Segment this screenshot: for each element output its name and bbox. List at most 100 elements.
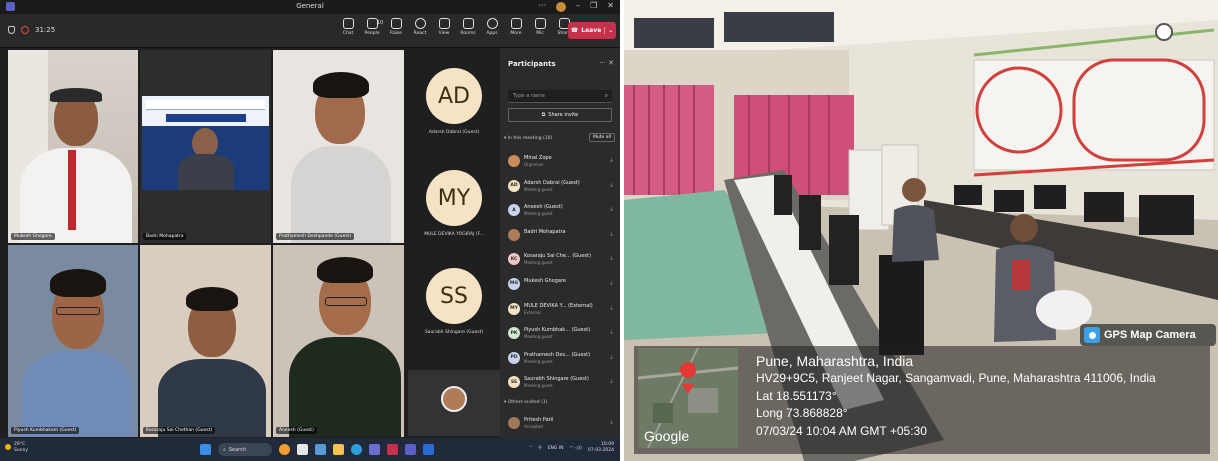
toolbar-view-button[interactable]: View — [434, 18, 454, 36]
mic-icon — [534, 18, 546, 29]
others-invited-section[interactable]: ▾ Others invited (1) — [504, 400, 547, 405]
participant-row[interactable]: Badri Mohapatra ⏚ — [506, 226, 616, 251]
widgets-icon[interactable] — [315, 444, 326, 455]
mic-muted-icon: ⏚ — [608, 330, 614, 337]
participant-role: Meeting guest — [524, 358, 553, 364]
wifi-volume-icon[interactable]: ◠ ◁)) — [570, 446, 582, 451]
avatar-tile[interactable]: SS Saurabh Shingare (Guest) — [408, 268, 500, 335]
participant-row[interactable]: AD Adarsh Dabral (Guest) Meeting guest ⏚ — [506, 177, 616, 202]
gps-info: Pune, Maharashtra, India HV29+9C5, Ranje… — [756, 352, 1156, 440]
panel-controls: ··· ✕ — [599, 59, 614, 67]
taskbar-search[interactable]: ⌕ Search — [218, 443, 272, 456]
store-icon[interactable] — [369, 444, 380, 455]
maximize-icon[interactable]: ❐ — [590, 1, 597, 12]
edge-icon[interactable] — [351, 444, 362, 455]
participant-role: External — [524, 309, 541, 315]
mic-muted-icon: ⏚ — [608, 280, 614, 287]
mic-muted-icon: ⏚ — [608, 182, 614, 189]
close-icon[interactable]: ✕ — [607, 1, 614, 12]
recording-icon — [21, 26, 29, 34]
mute-all-button[interactable]: Mute all — [589, 133, 615, 142]
participant-row[interactable]: Minal Zope Organizer ⏚ — [506, 152, 616, 177]
participant-row[interactable]: MG Mukesh Ghogare ⏚ — [506, 275, 616, 300]
invited-list: Pritesh Patil Accepted ⏚ — [506, 414, 616, 439]
more-icon — [510, 18, 522, 29]
shield-icon — [8, 26, 15, 34]
participant-name: Minal Zope — [524, 155, 552, 161]
chevron-up-icon[interactable]: ⌃ — [529, 446, 533, 451]
minimize-icon[interactable]: – — [576, 1, 580, 12]
toolbar-apps-button[interactable]: Apps — [482, 18, 502, 36]
participant-row[interactable]: KC Kosaraju Sai Che... (Guest) Meeting gue… — [506, 250, 616, 275]
participant-name: Piyush Kumbhak... (Guest) — [524, 327, 591, 334]
toolbar-rooms-button[interactable]: Rooms — [458, 18, 478, 36]
participant-row[interactable]: SS Saurabh Shingare (Guest) Meeting guest ⏚ — [506, 373, 616, 398]
system-tray: ⌃ ⚲ ENG IN ◠ ◁)) 10:09 07-03-2024 — [529, 442, 614, 454]
start-icon[interactable] — [200, 444, 211, 455]
people-count: 10 — [376, 20, 384, 26]
react-icon — [414, 18, 426, 29]
toolbar-more-button[interactable]: More — [506, 18, 526, 36]
taskbar-search-label: Search — [228, 446, 246, 453]
share-invite-button[interactable]: ⧉ Share invite — [508, 108, 612, 122]
account-avatar[interactable] — [556, 2, 567, 12]
video-tile[interactable]: Prathamesh Deshpande (Guest) — [273, 50, 404, 243]
video-tile[interactable]: Kosaraju Sai Chethan (Guest) — [140, 245, 271, 437]
app-icon[interactable] — [387, 444, 398, 455]
tile-name: Kosaraju Sai Chethan (Guest) — [143, 427, 216, 434]
mic-muted-icon: ⏚ — [608, 231, 614, 238]
in-meeting-section[interactable]: ▾ In this meeting (10) — [504, 136, 552, 141]
video-tile[interactable]: Piyush Kumbhakam (Guest) — [8, 245, 138, 437]
gps-badge-label: GPS Map Camera — [1104, 329, 1196, 341]
mic-muted-icon: ⏚ — [608, 420, 614, 426]
language-indicator[interactable]: ENG IN — [548, 446, 564, 451]
toolbar-label: Apps — [486, 31, 498, 36]
participant-name: Badri Mohapatra — [524, 228, 566, 235]
participant-row[interactable]: PK Piyush Kumbhak... (Guest) Meeting guest… — [506, 324, 616, 349]
participant-row[interactable]: PD Prathamesh Des... (Guest) Meeting guest… — [506, 349, 616, 374]
leave-button[interactable]: ☎ Leave ⌄ — [568, 22, 616, 39]
sun-icon — [5, 444, 11, 450]
avatar-tile[interactable]: MY MULE DEVIKA YOGIRAJ (F... — [408, 170, 500, 237]
toolbar-react-button[interactable]: React — [410, 18, 430, 36]
more-options-icon[interactable]: ··· — [538, 1, 546, 12]
app-icon[interactable] — [279, 444, 290, 455]
avatar — [441, 386, 467, 412]
chevron-down-icon[interactable]: ⌄ — [604, 27, 613, 34]
toolbar-raise-button[interactable]: Raise — [386, 18, 406, 36]
more-options-icon[interactable]: ··· — [599, 59, 606, 67]
tile-name: Mukesh Ghogare — [11, 233, 55, 240]
video-tile[interactable]: Badri Mohapatra — [140, 50, 271, 243]
participant-name: Aneesh (Guest) — [524, 204, 563, 211]
avatar: MY — [508, 302, 520, 315]
video-tile[interactable]: Aneesh (Guest) — [273, 245, 404, 437]
toolbar-label: React — [413, 31, 427, 36]
participant-list: Minal Zope Organizer ⏚ AD Adarsh Dabral (Gue… — [506, 152, 616, 398]
self-view-tile[interactable] — [408, 370, 500, 436]
file-explorer-icon[interactable] — [333, 444, 344, 455]
participant-search-input[interactable]: Type a name ⌕ — [508, 90, 612, 103]
toolbar-people-button[interactable]: 10 People — [362, 18, 384, 36]
toolbar-chat-button[interactable]: Chat — [338, 18, 358, 36]
avatar-initials: AD — [426, 68, 482, 124]
clock[interactable]: 10:09 07-03-2024 — [588, 442, 614, 454]
toolbar-label: More — [510, 31, 522, 36]
chevron-down-icon: ▾ — [504, 400, 507, 405]
avatar — [508, 417, 520, 429]
view-icon — [438, 18, 450, 29]
avatar-tile[interactable]: AD Adarsh Dabral (Guest) — [408, 68, 500, 135]
video-tile[interactable]: Mukesh Ghogare — [8, 50, 138, 243]
leave-label: Leave — [581, 27, 602, 34]
toolbar-mic-button[interactable]: Mic — [530, 18, 550, 36]
toolbar-label: Chat — [342, 31, 354, 36]
teams-icon[interactable] — [405, 444, 416, 455]
participant-row[interactable]: A Aneesh (Guest) Meeting guest ⏚ — [506, 201, 616, 226]
participant-row[interactable]: MY MULE DEVIKA Y... (External) External ⏚ — [506, 300, 616, 325]
word-icon[interactable] — [423, 444, 434, 455]
weather-widget[interactable]: 29°C Sunny — [5, 442, 28, 454]
mic-icon[interactable]: ⚲ — [538, 446, 541, 451]
task-view-icon[interactable] — [297, 444, 308, 455]
close-icon[interactable]: ✕ — [608, 59, 614, 67]
participant-row[interactable]: Pritesh Patil Accepted ⏚ — [506, 414, 616, 439]
participant-role: Meeting guest — [524, 186, 553, 192]
